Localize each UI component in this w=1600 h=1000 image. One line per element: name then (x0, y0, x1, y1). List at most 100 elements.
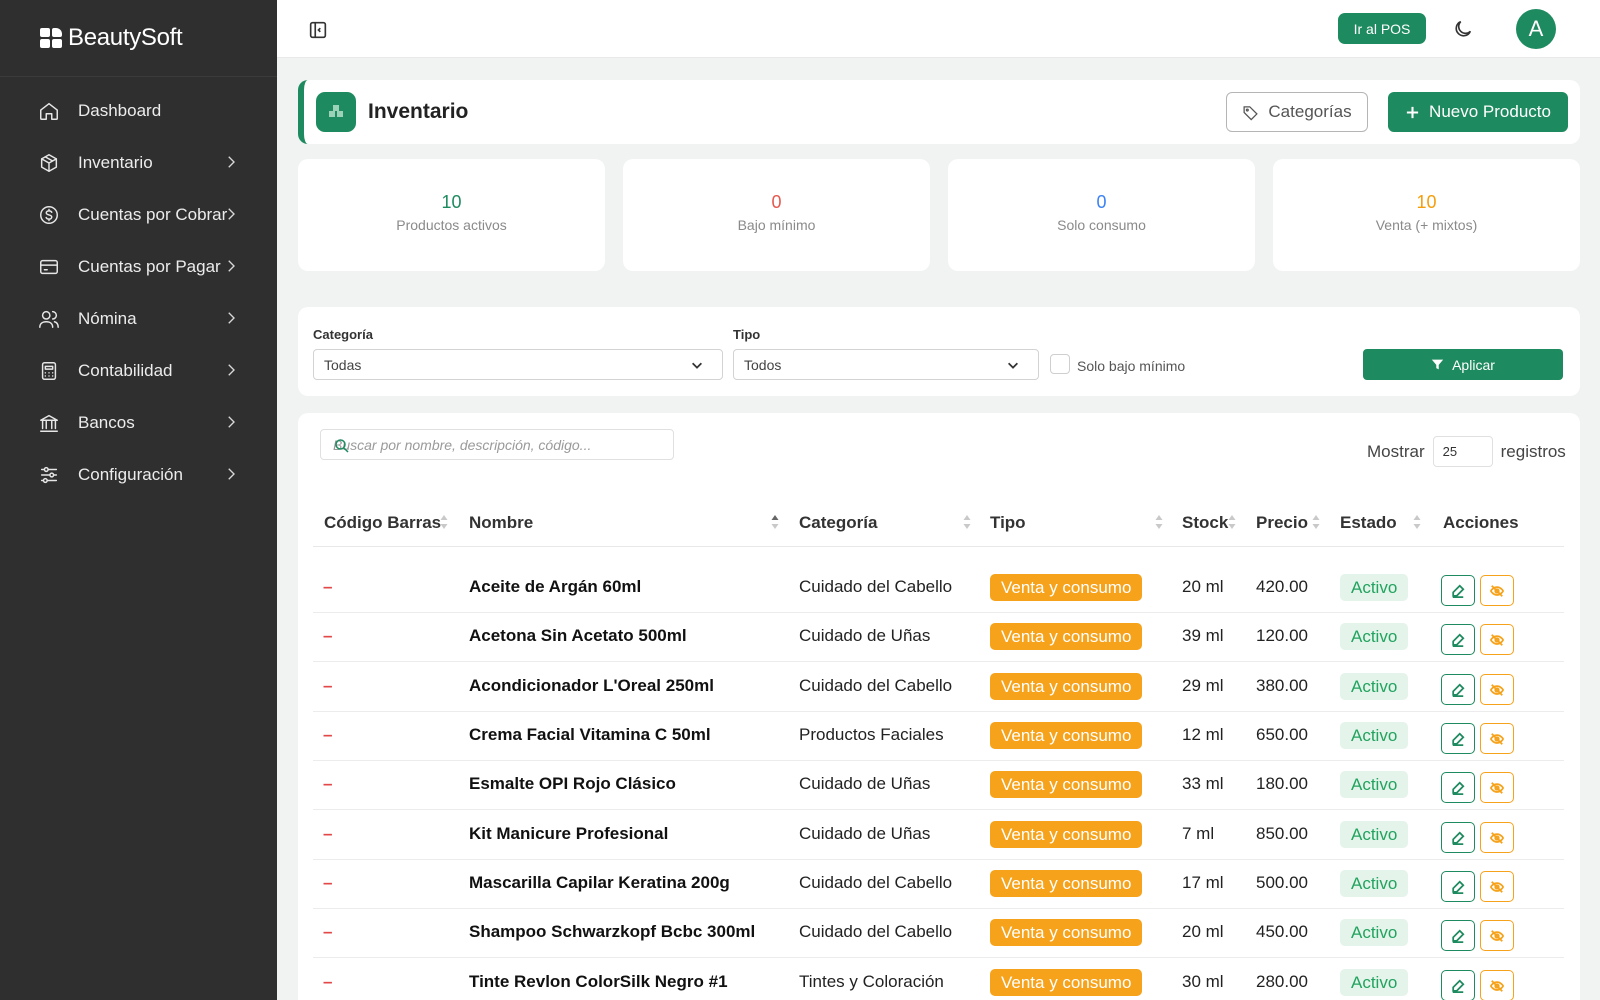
sidebar-item-inventario[interactable]: Inventario (0, 137, 277, 189)
hide-button[interactable] (1480, 970, 1514, 1000)
sort-icon[interactable] (962, 513, 972, 531)
hide-button[interactable] (1480, 624, 1514, 655)
edit-button[interactable] (1441, 871, 1475, 902)
price-cell: 280.00 (1256, 972, 1308, 991)
column-header-name[interactable]: Nombre (469, 513, 533, 533)
page-size-input[interactable] (1432, 436, 1493, 467)
type-select[interactable]: Todos (733, 349, 1039, 380)
sidebar-item-label: Dashboard (78, 101, 162, 120)
sort-icon[interactable] (1412, 513, 1422, 531)
name-cell: Esmalte OPI Rojo Clásico (469, 774, 676, 793)
category-select-value: Todas (324, 356, 362, 373)
barcode-cell: – (323, 676, 333, 695)
price-cell: 500.00 (1256, 873, 1308, 892)
stock-cell: 29 ml (1182, 676, 1224, 695)
table-row: – Aceite de Argán 60ml Cuidado del Cabel… (313, 563, 1564, 613)
edit-icon (1452, 979, 1465, 993)
edit-button[interactable] (1441, 772, 1475, 803)
hide-button[interactable] (1480, 822, 1514, 853)
category-filter-label: Categoría (313, 327, 373, 342)
type-badge: Venta y consumo (990, 969, 1143, 996)
search-input[interactable] (321, 430, 673, 459)
main-content: Inventario Categorías Nuevo Producto 10 … (298, 80, 1580, 1000)
users-icon (38, 308, 60, 330)
column-header-status[interactable]: Estado (1340, 513, 1397, 533)
status-badge: Activo (1340, 673, 1409, 700)
sidebar-item-cuentas-por-pagar[interactable]: Cuentas por Pagar (0, 241, 277, 293)
sort-icon[interactable] (770, 513, 780, 531)
category-cell: Tintes y Coloración (799, 972, 944, 991)
inventory-icon (316, 92, 356, 132)
hide-button[interactable] (1480, 772, 1514, 803)
new-product-button[interactable]: Nuevo Producto (1388, 92, 1568, 132)
hide-button[interactable] (1480, 674, 1514, 705)
hide-button[interactable] (1480, 871, 1514, 902)
column-header-price[interactable]: Precio (1256, 513, 1308, 533)
below-min-checkbox[interactable] (1050, 354, 1070, 374)
plus-icon (1406, 106, 1419, 118)
eye-off-icon (1490, 880, 1504, 893)
column-header-stock[interactable]: Stock (1182, 513, 1228, 533)
chevron-right-icon (222, 309, 240, 327)
stock-cell: 12 ml (1182, 725, 1224, 744)
barcode-cell: – (323, 873, 333, 892)
edit-icon (1452, 584, 1465, 598)
category-select[interactable]: Todas (313, 349, 723, 380)
edit-button[interactable] (1441, 575, 1475, 606)
barcode-cell: – (323, 577, 333, 596)
edit-button[interactable] (1441, 822, 1475, 853)
stock-cell: 20 ml (1182, 922, 1224, 941)
column-header-actions: Acciones (1443, 513, 1519, 532)
sort-icon[interactable] (1227, 513, 1237, 531)
avatar[interactable]: A (1516, 9, 1556, 49)
categories-button[interactable]: Categorías (1226, 92, 1368, 132)
brand[interactable]: BeautySoft (0, 0, 277, 77)
sidebar-item-nomina[interactable]: Nómina (0, 293, 277, 345)
type-badge: Venta y consumo (990, 870, 1143, 897)
sidebar-toggle-icon[interactable] (307, 19, 329, 41)
sidebar-item-label: Nómina (78, 309, 137, 328)
sidebar-item-bancos[interactable]: Bancos (0, 397, 277, 449)
stock-cell: 39 ml (1182, 626, 1224, 645)
stat-label: Solo consumo (1057, 216, 1146, 233)
below-min-checkbox-label: Solo bajo mínimo (1077, 358, 1186, 374)
edit-button[interactable] (1441, 723, 1475, 754)
chevron-right-icon (222, 413, 240, 431)
category-cell: Cuidado de Uñas (799, 824, 931, 843)
edit-button[interactable] (1441, 920, 1475, 951)
name-cell: Aceite de Argán 60ml (469, 577, 642, 596)
credit-card-icon (38, 256, 60, 278)
moon-icon[interactable] (1452, 18, 1474, 40)
column-header-type[interactable]: Tipo (990, 513, 1026, 533)
hide-button[interactable] (1480, 575, 1514, 606)
chevron-right-icon (222, 465, 240, 483)
apply-filter-button[interactable]: Aplicar (1363, 349, 1563, 380)
go-to-pos-button[interactable]: Ir al POS (1338, 13, 1426, 44)
sort-icon[interactable] (1154, 513, 1164, 531)
table-row: – Esmalte OPI Rojo Clásico Cuidado de Uñ… (313, 760, 1564, 810)
sidebar-item-configuracion[interactable]: Configuración (0, 449, 277, 501)
edit-button[interactable] (1441, 970, 1475, 1000)
sidebar-item-dashboard[interactable]: Dashboard (0, 85, 277, 137)
price-cell: 850.00 (1256, 824, 1308, 843)
table-row: – Kit Manicure Profesional Cuidado de Uñ… (313, 810, 1564, 860)
sidebar-item-cuentas-por-cobrar[interactable]: Cuentas por Cobrar (0, 189, 277, 241)
sidebar-item-label: Inventario (78, 153, 153, 172)
edit-button[interactable] (1441, 674, 1475, 705)
hide-button[interactable] (1480, 723, 1514, 754)
chevron-down-icon (692, 362, 702, 369)
stat-card-sale: 10 Venta (+ mixtos) (1273, 159, 1580, 271)
price-cell: 180.00 (1256, 774, 1308, 793)
sort-icon[interactable] (439, 513, 449, 531)
sort-icon[interactable] (1311, 513, 1321, 531)
topbar: Ir al POS A (277, 0, 1600, 58)
stock-cell: 17 ml (1182, 873, 1224, 892)
category-cell: Cuidado de Uñas (799, 626, 931, 645)
column-header-category[interactable]: Categoría (799, 513, 877, 533)
category-cell: Cuidado del Cabello (799, 873, 953, 892)
column-header-barcode[interactable]: Código Barras (324, 513, 441, 533)
sidebar-item-contabilidad[interactable]: Contabilidad (0, 345, 277, 397)
edit-button[interactable] (1441, 624, 1475, 655)
hide-button[interactable] (1480, 920, 1514, 951)
sidebar-item-label: Contabilidad (78, 361, 173, 380)
